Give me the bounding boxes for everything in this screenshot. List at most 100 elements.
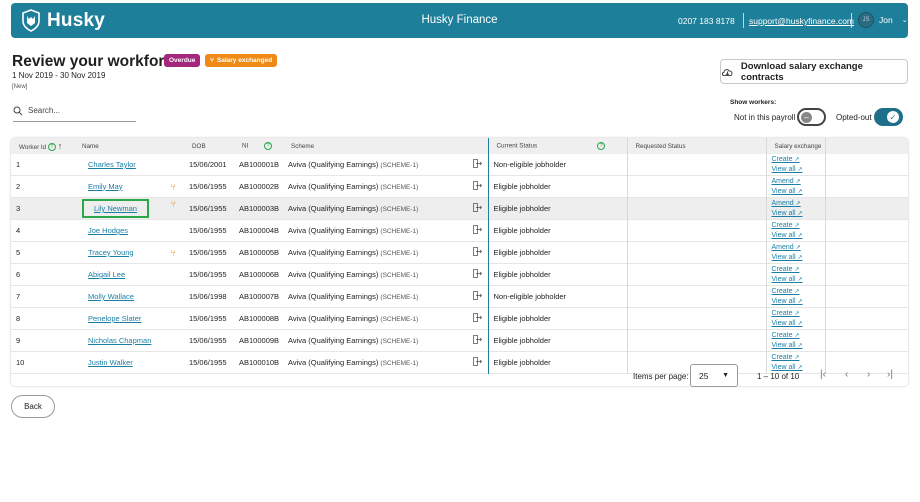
salary-exchange-view-all-link[interactable]: View all ↗ [772,275,825,285]
scheme: Aviva (Qualifying Earnings) (SCHEME-1) [288,160,419,169]
column-salary-exchange[interactable]: Salary exchange [765,138,825,154]
salary-exchange-view-all-link[interactable]: View all ↗ [772,209,825,219]
not-in-payroll-toggle[interactable]: – [797,108,826,126]
worker-name-link[interactable]: Emily May [88,182,123,191]
table-row[interactable]: 5 Tracey Young ⑂ 15/06/1955 AB100005B Avi… [11,241,908,264]
salary-exchange-action-link[interactable]: Create ↗ [772,287,825,297]
change-scheme-icon[interactable] [471,154,488,176]
back-button[interactable]: Back [11,395,55,418]
external-link-icon: ↗ [795,245,801,251]
column-current-status[interactable]: Current Status? [487,138,627,154]
table-row[interactable]: 1 Charles Taylor 15/06/2001 AB100001B Av… [11,154,908,176]
worker-name-link[interactable]: Joe Hodges [88,226,128,235]
table-row[interactable]: 2 Emily May ⑂ 15/06/1955 AB100002B Aviva … [11,175,908,198]
salary-exchange-action-link[interactable]: Create ↗ [772,265,825,275]
info-icon[interactable]: ? [597,142,606,150]
column-requested-status[interactable]: Requested Status [626,138,766,154]
support-email-link[interactable]: support@huskyfinance.com [749,16,854,26]
salary-exchange-action-link[interactable]: Create ↗ [772,309,825,319]
table-row[interactable]: 10 Justin Walker 15/06/1955 AB100010B Av… [11,351,908,374]
salary-exchange-action-link[interactable]: Create ↗ [772,155,825,165]
salary-exchange-view-all-link[interactable]: View all ↗ [772,231,825,241]
change-scheme-icon[interactable] [471,330,488,352]
column-worker-id[interactable]: Worker Id ? ↑ [11,138,74,154]
name-cell: Justin Walker [74,352,184,374]
workforce-table: Worker Id ? ↑ Name DOB NI ? Scheme Curre… [11,138,908,386]
salary-exchange-action-link[interactable]: Amend ↗ [772,199,825,209]
table-row[interactable]: 4 Joe Hodges 15/06/1955 AB100004B Aviva … [11,219,908,242]
worker-name-link[interactable]: Justin Walker [88,358,133,367]
dob: 15/06/1955 [189,270,227,279]
worker-id: 7 [16,292,21,301]
change-scheme-icon[interactable] [471,220,488,242]
salary-exchange-cell: Amend ↗ View all ↗ [765,175,825,198]
salary-exchange-action-link[interactable]: Amend ↗ [772,177,825,187]
name-cell: Tracey Young ⑂ [74,242,184,264]
salary-exchange-action-link[interactable]: Create ↗ [772,331,825,341]
worker-id: 10 [16,358,25,367]
search-input[interactable]: Search... [13,100,136,122]
change-scheme-icon[interactable] [471,176,488,198]
salary-exchange-action-link[interactable]: Amend ↗ [772,243,825,253]
divider [851,13,852,28]
support-phone: 0207 183 8178 [678,16,735,26]
salary-exchange-view-all-link[interactable]: View all ↗ [772,319,825,329]
table-row[interactable]: 9 Nicholas Chapman 15/06/1955 AB100009B … [11,329,908,352]
fork-icon: ⑂ [210,57,214,64]
last-page-icon[interactable]: ›| [887,369,893,380]
items-per-page-select[interactable]: 25 ▼ [690,364,738,387]
change-scheme-icon[interactable] [471,308,488,330]
worker-name-link[interactable]: Tracey Young [88,248,134,257]
worker-id: 5 [16,248,21,257]
salary-exchange-action-link[interactable]: Create ↗ [772,353,825,363]
name-cell: Molly Wallace [74,286,184,308]
column-name[interactable]: Name [74,138,184,154]
opted-out-toggle[interactable]: ✓ [874,108,903,126]
overdue-badge: Overdue [164,54,201,67]
change-scheme-icon[interactable] [471,198,488,220]
worker-name-link[interactable]: Molly Wallace [88,292,134,301]
salary-exchange-view-all-link[interactable]: View all ↗ [772,165,825,175]
worker-name-link[interactable]: Nicholas Chapman [88,336,151,345]
salary-exchange-view-all-link[interactable]: View all ↗ [772,187,825,197]
sort-up-icon[interactable]: ↑ [58,141,63,151]
table-row[interactable]: 6 Abigail Lee 15/06/1955 AB100006B Aviva… [11,263,908,286]
items-per-page-label: Items per page: [633,372,689,381]
salary-exchange-view-all-link[interactable]: View all ↗ [772,253,825,263]
prev-page-icon[interactable]: ‹ [845,369,848,380]
current-status: Eligible jobholder [487,175,627,198]
salary-exchange-action-link[interactable]: Create ↗ [772,221,825,231]
column-dob[interactable]: DOB [184,138,234,154]
worker-name-link[interactable]: Charles Taylor [88,160,136,169]
table-row[interactable]: 3 Lily Newman ⑂ 15/06/1955 AB100003B Aviv… [11,197,908,220]
info-icon[interactable]: ? [264,142,273,150]
download-contracts-button[interactable]: Download salary exchange contracts [720,59,908,84]
user-menu[interactable]: JS Jon ⌄ [858,12,908,28]
salary-exchange-view-all-link[interactable]: View all ↗ [772,341,825,351]
change-scheme-icon[interactable] [471,264,488,286]
first-page-icon[interactable]: |‹ [820,369,826,380]
requested-status [626,154,766,176]
table-row[interactable]: 8 Penelope Slater 15/06/1955 AB100008B A… [11,307,908,330]
column-scheme[interactable]: Scheme [283,138,471,154]
worker-name-link[interactable]: Lily Newman [94,204,137,213]
scheme: Aviva (Qualifying Earnings) (SCHEME-1) [288,314,419,323]
avatar: JS [858,12,874,28]
change-scheme-icon[interactable] [471,242,488,264]
ni: AB100004B [239,226,280,235]
column-ni[interactable]: NI ? [234,138,283,154]
salary-exchange-view-all-link[interactable]: View all ↗ [772,297,825,307]
external-link-icon: ↗ [794,355,800,361]
next-page-icon[interactable]: › [867,369,870,380]
table-row[interactable]: 7 Molly Wallace 15/06/1998 AB100007B Avi… [11,285,908,308]
top-header: Husky Husky Finance 0207 183 8178 suppor… [11,3,908,38]
dob: 15/06/2001 [189,160,227,169]
divider [743,13,744,28]
info-icon[interactable]: ? [47,143,56,152]
change-scheme-icon[interactable] [471,352,488,374]
show-workers-label: Show workers: [730,99,777,106]
change-scheme-icon[interactable] [471,286,488,308]
opted-out-label: Opted-out [836,113,872,122]
worker-name-link[interactable]: Abigail Lee [88,270,125,279]
worker-name-link[interactable]: Penelope Slater [88,314,141,323]
